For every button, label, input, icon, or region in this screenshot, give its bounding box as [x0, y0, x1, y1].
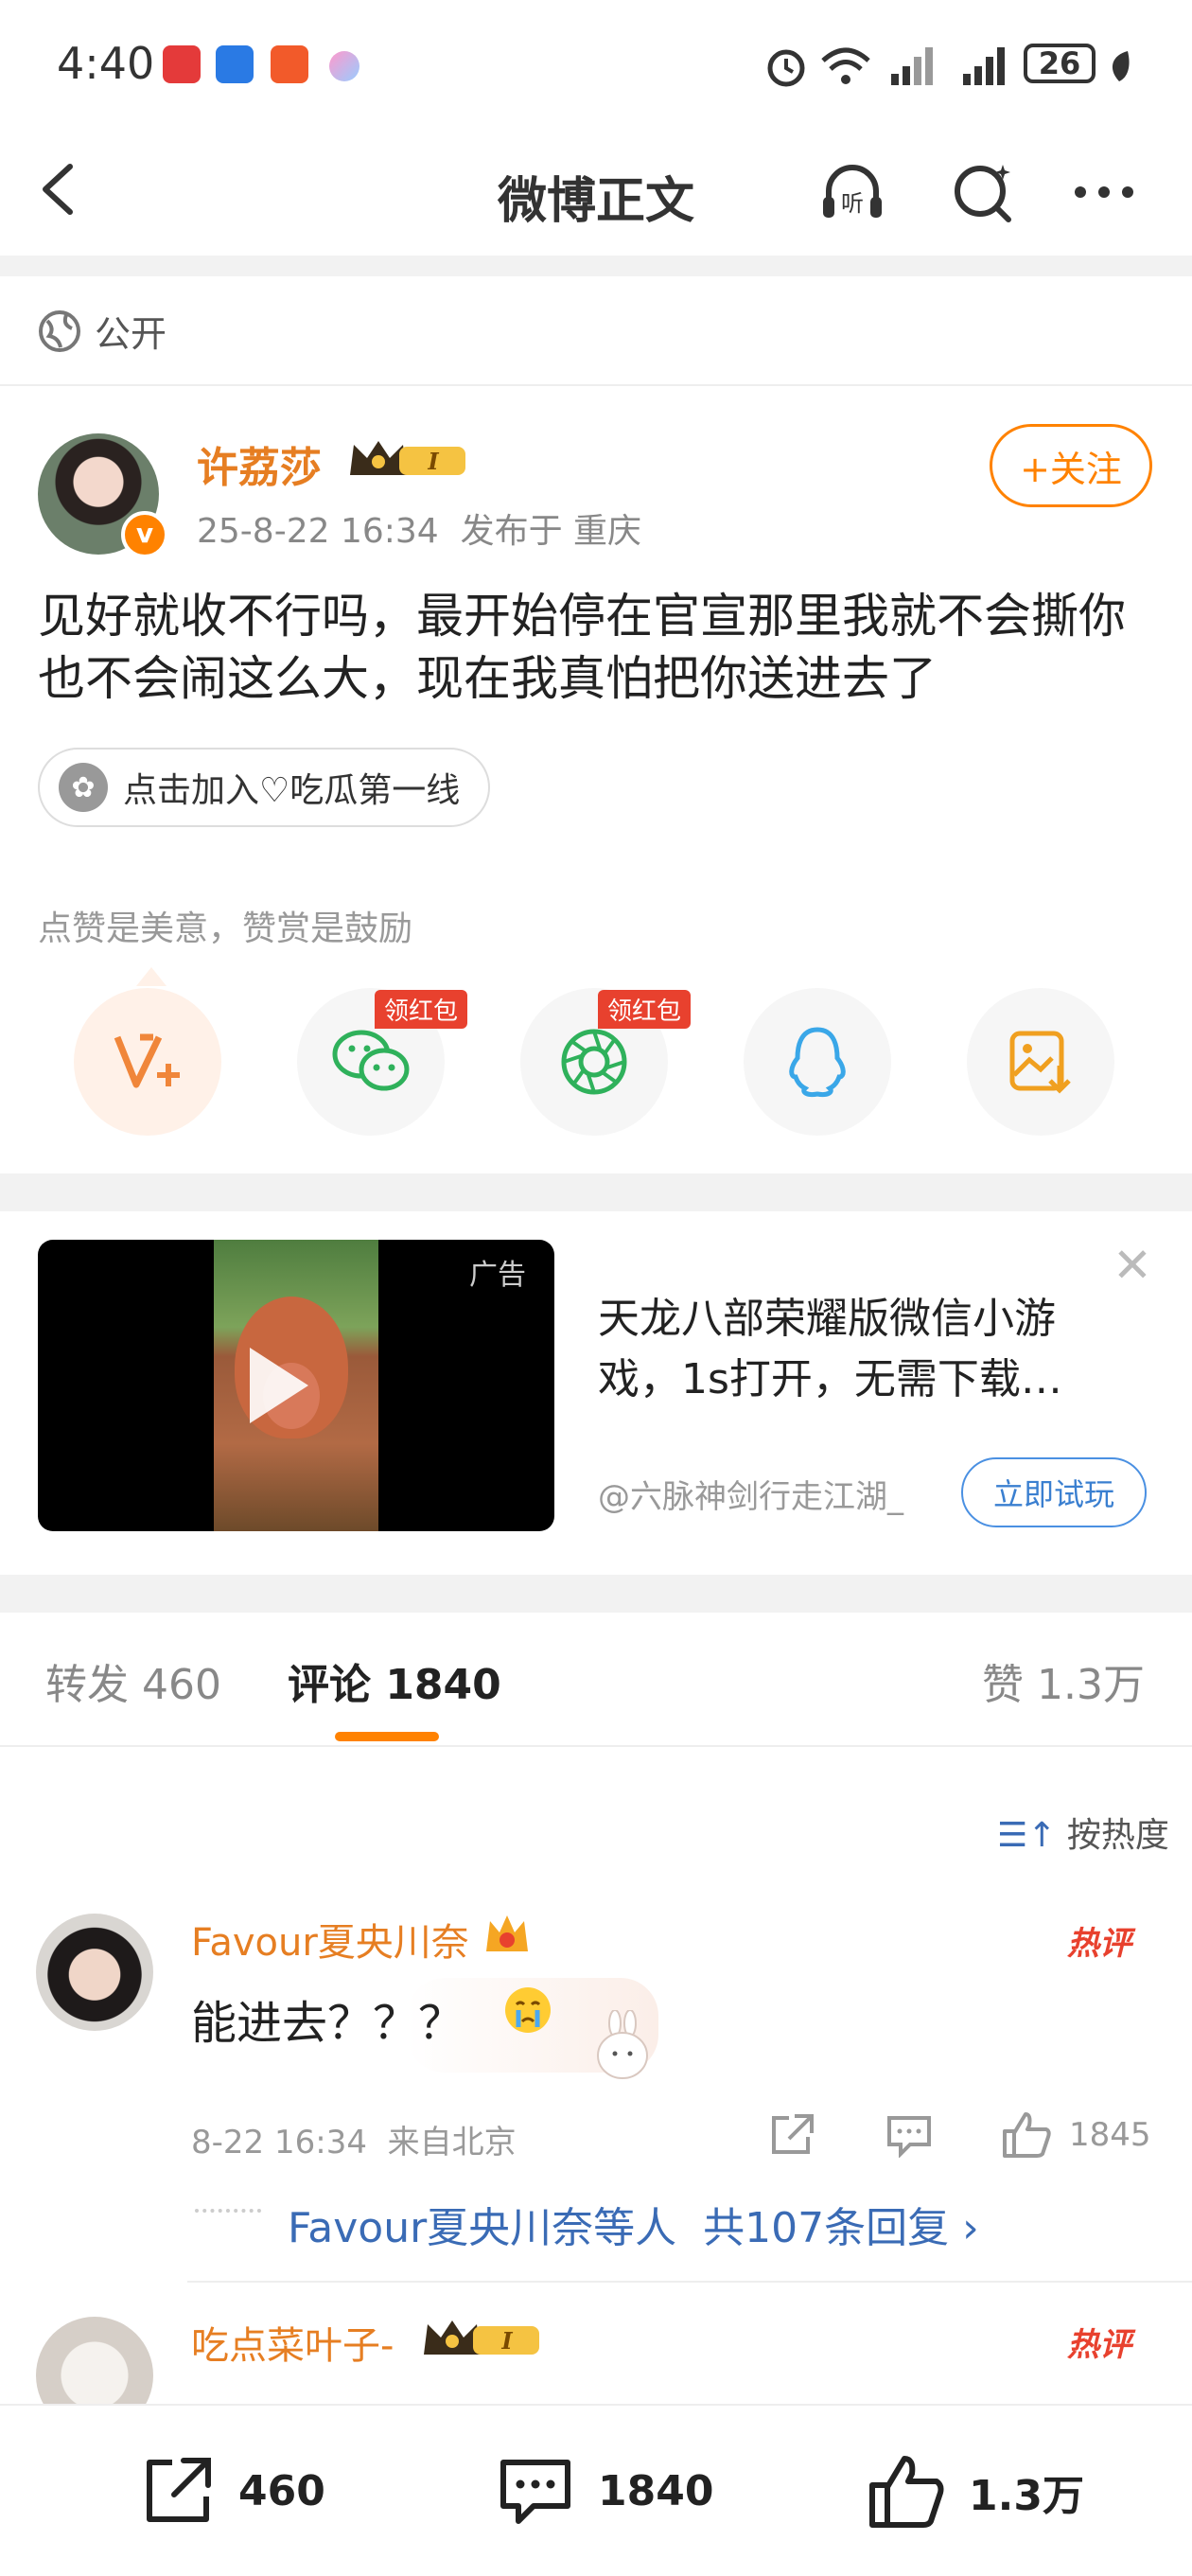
bottom-like-button[interactable]: 1.3万 — [867, 2453, 1084, 2531]
svg-text:听: 听 — [841, 190, 864, 217]
try-now-button[interactable]: 立即试玩 — [961, 1457, 1147, 1527]
post-location: 发布于 重庆 — [460, 512, 642, 551]
qq-share-button[interactable] — [744, 988, 891, 1136]
post-time: 25-8-22 16:34 — [197, 512, 439, 551]
bottom-like-count: 1.3万 — [969, 2472, 1084, 2520]
section-divider — [0, 1575, 1192, 1613]
section-divider — [0, 256, 1192, 276]
signal-icon — [891, 47, 933, 85]
visibility-row: 公开 — [38, 305, 167, 357]
verified-badge: v — [121, 511, 168, 558]
comment-meta: 8-22 16:34 来自北京 — [191, 2116, 517, 2162]
wifi-icon — [821, 47, 870, 84]
rabbit-sticker-icon — [597, 2010, 648, 2079]
hot-comment-badge: 热评 — [1067, 2326, 1131, 2364]
vplus-icon — [114, 1033, 180, 1088]
bottom-comment-button[interactable]: 1840 — [496, 2453, 713, 2529]
close-icon[interactable]: ✕ — [1113, 1238, 1152, 1293]
section-divider — [0, 1173, 1192, 1211]
reward-hint: 点赞是美意，赞赏是鼓励 — [38, 909, 413, 948]
crown-level-badge: I — [350, 441, 465, 475]
status-time: 4:40 — [57, 38, 155, 89]
commenter-name[interactable]: 吃点菜叶子- — [191, 2315, 394, 2370]
search-icon[interactable] — [950, 159, 1016, 225]
commenter-name[interactable]: Favour夏央川奈 — [191, 1912, 469, 1967]
level-text: I — [500, 2327, 513, 2355]
signal-icon — [963, 47, 1005, 85]
crown-icon — [486, 1915, 528, 1951]
app-notification-icon — [329, 51, 359, 81]
post-content: 见好就收不行吗，最开始停在官宣那里我就不会撕你也不会闹这么大，现在我真怕把你送进… — [38, 589, 1126, 706]
sort-label: 按热度 — [1066, 1816, 1169, 1855]
pointer-arrow — [136, 967, 167, 986]
status-bar: 4:40 26 — [0, 0, 1192, 132]
comment-like-count: 1845 — [1069, 2116, 1151, 2154]
view-replies-link[interactable]: Favour夏央川奈等人 共107条回复 › — [288, 2194, 979, 2254]
comment-icon — [500, 2460, 570, 2524]
listen-icon[interactable]: 听 — [819, 159, 885, 225]
comment-time: 8-22 16:34 — [191, 2124, 367, 2161]
comment-location: 来自北京 — [387, 2124, 517, 2161]
level-text: I — [427, 448, 439, 475]
reply-dots — [195, 2209, 261, 2213]
repost-icon[interactable] — [768, 2112, 815, 2158]
bottom-repost-button[interactable]: 460 — [140, 2453, 325, 2529]
comment-text: 能进去？？？ — [191, 1997, 465, 2050]
play-icon — [250, 1348, 308, 1423]
red-packet-badge: 领红包 — [375, 990, 468, 1029]
globe-icon — [39, 309, 80, 352]
topic-tag[interactable]: ✿ 点击加入♡吃瓜第一线 — [38, 748, 491, 827]
sort-toggle[interactable]: ☰↑ 按热度 — [997, 1808, 1169, 1857]
flower-icon: ✿ — [59, 763, 108, 812]
app-notification-icon — [271, 45, 308, 83]
topic-tag-label: 点击加入♡吃瓜第一线 — [123, 771, 461, 810]
author-name[interactable]: 许荔莎 — [197, 433, 322, 494]
crying-emoji-icon — [505, 1987, 551, 2033]
red-packet-badge: 领红包 — [598, 990, 692, 1029]
like-icon[interactable] — [1001, 2110, 1052, 2160]
save-image-button[interactable] — [967, 988, 1114, 1136]
crown-level-badge: I — [424, 2320, 539, 2355]
replies-prefix: Favour夏央川奈等人 — [288, 2204, 677, 2252]
tab-comments[interactable]: 评论 1840 — [288, 1650, 501, 1711]
moments-icon — [561, 1029, 627, 1095]
battery-level: 26 — [1024, 44, 1096, 83]
alarm-icon — [767, 49, 805, 87]
ad-label: 广告 — [469, 1259, 526, 1292]
post-meta: 25-8-22 16:34 发布于 重庆 — [197, 503, 641, 553]
repost-icon — [147, 2458, 211, 2522]
reply-icon[interactable] — [885, 2112, 933, 2158]
tab-likes[interactable]: 赞 1.3万 — [982, 1650, 1145, 1711]
sort-icon: ☰↑ — [997, 1816, 1057, 1855]
app-notification-icon — [163, 45, 201, 83]
follow-button[interactable]: +关注 — [990, 424, 1152, 507]
reward-button[interactable] — [74, 988, 221, 1136]
hot-comment-badge: 热评 — [1067, 1925, 1131, 1963]
like-icon — [869, 2456, 944, 2528]
replies-count: 共107条回复 › — [703, 2204, 979, 2252]
wechat-icon — [332, 1030, 410, 1091]
divider-line — [0, 384, 1192, 386]
leaf-icon — [1112, 51, 1130, 81]
bottom-comment-count: 1840 — [598, 2466, 714, 2515]
commenter-avatar[interactable] — [36, 1914, 153, 2031]
tab-reposts[interactable]: 转发 460 — [45, 1650, 221, 1711]
divider-line — [187, 2281, 1192, 2283]
app-notification-icon — [216, 45, 254, 83]
active-tab-indicator — [335, 1732, 439, 1741]
ad-title[interactable]: 天龙八部荣耀版微信小游戏，1s打开，无需下载… — [598, 1289, 1137, 1410]
ad-source: @六脉神剑行走江湖_ — [598, 1478, 903, 1516]
more-icon[interactable] — [1071, 159, 1137, 225]
image-download-icon — [1009, 1031, 1071, 1094]
visibility-label: 公开 — [95, 313, 167, 355]
qq-icon — [789, 1027, 846, 1097]
divider-line — [0, 1745, 1192, 1747]
bottom-repost-count: 460 — [238, 2466, 325, 2515]
